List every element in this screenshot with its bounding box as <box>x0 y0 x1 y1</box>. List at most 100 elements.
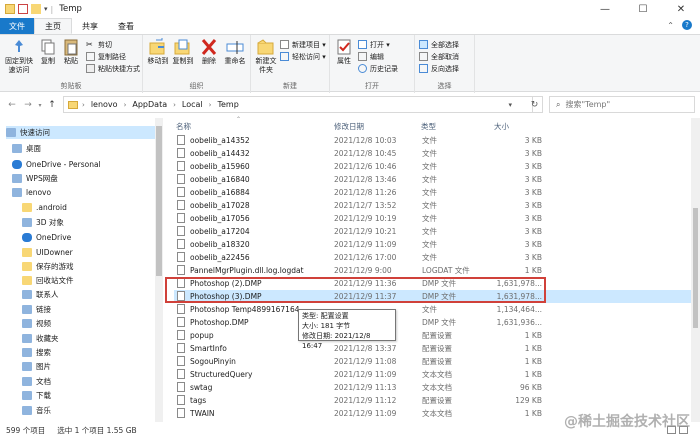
sidebar-item-11[interactable]: 联系人 <box>22 288 59 301</box>
tab-share[interactable]: 共享 <box>72 18 108 34</box>
column-header-type[interactable]: 类型 <box>421 121 436 132</box>
close-button[interactable]: ✕ <box>662 0 700 18</box>
sidebar-item-15[interactable]: 搜索 <box>22 346 51 359</box>
sidebar-item-10[interactable]: 回收站文件 <box>22 274 74 287</box>
pin-quick-access-button[interactable]: 固定到快速访问 <box>4 38 34 75</box>
table-row[interactable]: SmartInfo 2021/12/8 13:37 配置设置 1 KB <box>174 342 694 355</box>
breadcrumb-temp[interactable]: Temp <box>217 100 238 109</box>
sidebar-item-19[interactable]: 音乐 <box>22 404 51 417</box>
select-all-button[interactable]: 全部选择 <box>419 39 459 50</box>
rename-button[interactable]: 重命名 <box>223 38 247 66</box>
table-row[interactable]: swtag 2021/12/9 11:13 文本文档 96 KB <box>174 381 694 394</box>
table-row[interactable]: oobelib_a16884 2021/12/8 11:26 文件 3 KB <box>174 186 694 199</box>
cell-type: 文件 <box>422 226 437 236</box>
paste-button[interactable]: 粘贴 <box>61 38 81 66</box>
new-item-button[interactable]: 新建项目 ▾ <box>280 39 326 50</box>
back-button[interactable]: ← <box>4 100 20 110</box>
cell-date: 2021/12/9 11:13 <box>334 382 397 392</box>
table-row[interactable]: oobelib_a14352 2021/12/8 10:03 文件 3 KB <box>174 134 694 147</box>
sidebar-item-16[interactable]: 图片 <box>22 360 51 373</box>
table-row[interactable]: oobelib_a17204 2021/12/9 10:21 文件 3 KB <box>174 225 694 238</box>
properties-button[interactable]: 属性 <box>334 38 354 66</box>
organize-group: 移动到 复制到 删除 重命名 组织 <box>143 35 251 93</box>
open-button[interactable]: 打开 ▾ <box>358 39 390 50</box>
copy-to-button[interactable]: 复制到 <box>172 38 194 66</box>
table-row[interactable]: Photoshop.DMP DMP 文件 1,631,936... <box>174 316 694 329</box>
edit-button[interactable]: 编辑 <box>358 51 384 62</box>
table-row[interactable]: Photoshop (3).DMP 2021/12/9 11:37 DMP 文件 1,… <box>174 290 694 303</box>
table-row[interactable]: tags 2021/12/9 11:12 配置设置 129 KB <box>174 394 694 407</box>
cell-size: 1 KB <box>524 408 542 418</box>
cut-button[interactable]: ✂ 剪切 <box>86 39 112 50</box>
paste-shortcut-button[interactable]: 粘贴快捷方式 <box>86 63 140 74</box>
sidebar-item-2[interactable]: OneDrive - Personal <box>12 158 101 171</box>
invert-selection-button[interactable]: 反向选择 <box>419 63 459 74</box>
copy-button[interactable]: 复制 <box>38 38 58 66</box>
table-row[interactable]: oobelib_a17028 2021/12/7 13:52 文件 3 KB <box>174 199 694 212</box>
breadcrumb-local[interactable]: Local <box>182 100 203 109</box>
sidebar-item-1[interactable]: 桌面 <box>12 142 41 155</box>
select-none-label: 全部取消 <box>431 52 459 61</box>
easy-access-button[interactable]: 轻松访问 ▾ <box>280 51 326 62</box>
delete-button[interactable]: 删除 <box>199 38 219 66</box>
sidebar-item-0[interactable]: 快速访问 <box>6 126 156 139</box>
column-header-date[interactable]: 修改日期 <box>334 121 364 132</box>
sidebar-item-17[interactable]: 文档 <box>22 375 51 388</box>
help-icon[interactable]: ? <box>682 20 692 30</box>
sidebar-item-7[interactable]: OneDrive <box>22 231 71 244</box>
copy-path-button[interactable]: 复制路径 <box>86 51 126 62</box>
address-bar[interactable]: › lenovo › AppData › Local › Temp ▾ <box>63 96 533 113</box>
column-header-size[interactable]: 大小 <box>494 121 509 132</box>
move-to-button[interactable]: 移动到 <box>147 38 169 66</box>
breadcrumb-appdata[interactable]: AppData <box>132 100 167 109</box>
table-row[interactable]: popup 配置设置 1 KB <box>174 329 694 342</box>
sidebar-item-5[interactable]: .android <box>22 201 67 214</box>
sidebar-item-6[interactable]: 3D 对象 <box>22 216 64 229</box>
column-header-name[interactable]: 名称 <box>176 121 191 132</box>
nav-scrollbar[interactable] <box>155 118 163 422</box>
maximize-button[interactable]: ☐ <box>624 0 662 18</box>
search-box[interactable]: ⌕ 搜索"Temp" <box>549 96 695 113</box>
collapse-ribbon-icon[interactable]: ⌃ <box>667 21 674 30</box>
content-scrollbar[interactable] <box>691 118 700 422</box>
refresh-button[interactable]: ↻ <box>527 96 543 113</box>
sidebar-item-18[interactable]: 下载 <box>22 389 51 402</box>
sidebar-item-14[interactable]: 收藏夹 <box>22 332 59 345</box>
table-row[interactable]: oobelib_a14432 2021/12/8 10:45 文件 3 KB <box>174 147 694 160</box>
table-row[interactable]: Photoshop Temp4899167164 文件 1,134,464... <box>174 303 694 316</box>
table-row[interactable]: PannelMgrPlugin.dll.log.logdat 2021/12/9 … <box>174 264 694 277</box>
sidebar-item-9[interactable]: 保存的游戏 <box>22 260 74 273</box>
forward-button[interactable]: → <box>20 100 36 110</box>
cell-date: 2021/12/9 11:09 <box>334 408 397 418</box>
new-folder-icon[interactable] <box>31 4 41 14</box>
sidebar-item-3[interactable]: WPS网盘 <box>12 172 58 185</box>
table-row[interactable]: oobelib_a16840 2021/12/8 13:46 文件 3 KB <box>174 173 694 186</box>
address-dropdown-icon[interactable]: ▾ <box>508 101 512 109</box>
table-row[interactable]: StructuredQuery 2021/12/9 11:09 文本文档 1 KB <box>174 368 694 381</box>
chevron-down-icon[interactable]: ▾ <box>44 5 48 13</box>
nav-scroll-thumb[interactable] <box>156 126 162 276</box>
breadcrumb-lenovo[interactable]: lenovo <box>91 100 118 109</box>
up-button[interactable]: ↑ <box>44 100 60 110</box>
sidebar-item-13[interactable]: 视频 <box>22 317 51 330</box>
table-row[interactable]: oobelib_a22456 2021/12/6 17:00 文件 3 KB <box>174 251 694 264</box>
recent-locations-button[interactable]: ▾ <box>36 102 44 109</box>
tab-file[interactable]: 文件 <box>0 18 34 34</box>
table-row[interactable]: Photoshop (2).DMP 2021/12/9 11:36 DMP 文件 1,… <box>174 277 694 290</box>
properties-icon[interactable] <box>18 4 28 14</box>
table-row[interactable]: oobelib_a18320 2021/12/9 11:09 文件 3 KB <box>174 238 694 251</box>
tab-view[interactable]: 查看 <box>108 18 144 34</box>
new-folder-button[interactable]: 新建文件夹 <box>254 38 278 75</box>
table-row[interactable]: SogouPinyin 2021/12/9 11:08 配置设置 1 KB <box>174 355 694 368</box>
history-button[interactable]: 历史记录 <box>358 63 398 74</box>
content-scroll-thumb[interactable] <box>693 208 698 328</box>
table-row[interactable]: oobelib_a17056 2021/12/9 10:19 文件 3 KB <box>174 212 694 225</box>
select-none-button[interactable]: 全部取消 <box>419 51 459 62</box>
cell-date: 2021/12/9 11:12 <box>334 395 397 405</box>
sidebar-item-8[interactable]: UIDowner <box>22 246 73 259</box>
minimize-button[interactable]: — <box>586 0 624 18</box>
sidebar-item-12[interactable]: 链接 <box>22 303 51 316</box>
table-row[interactable]: oobelib_a15960 2021/12/6 10:46 文件 3 KB <box>174 160 694 173</box>
tab-home[interactable]: 主页 <box>34 18 72 34</box>
sidebar-item-4[interactable]: lenovo <box>12 186 51 199</box>
